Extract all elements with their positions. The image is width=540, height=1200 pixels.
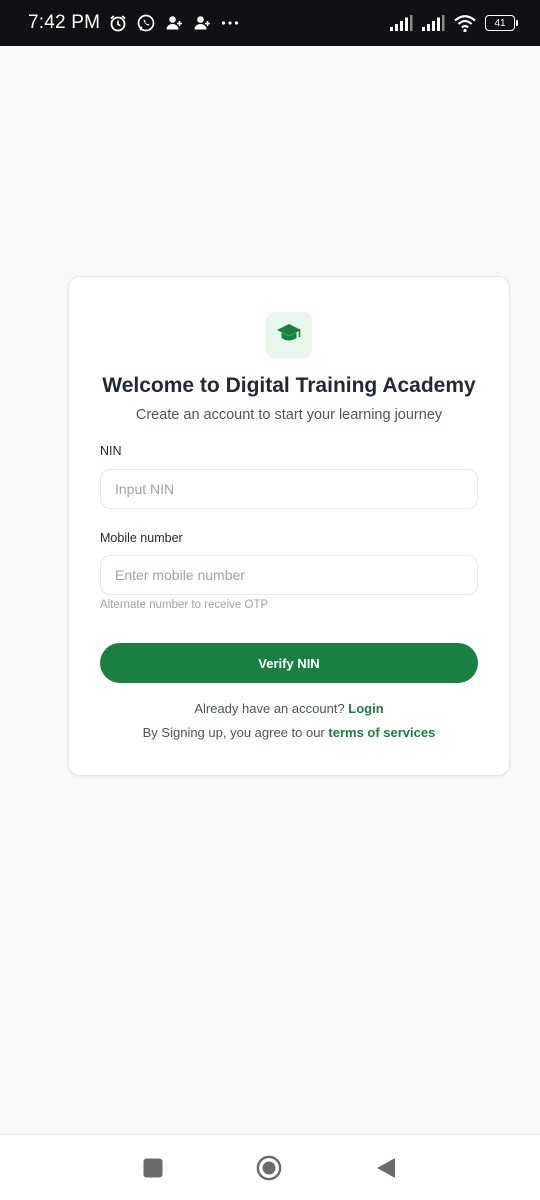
navigation-bar	[0, 1134, 540, 1200]
mobile-number-hint: Alternate number to receive OTP	[100, 599, 269, 611]
terms-prompt: By Signing up, you agree to our	[142, 725, 325, 740]
status-left-icons	[108, 13, 240, 33]
person-add-icon	[164, 13, 184, 33]
whatsapp-icon	[136, 13, 156, 33]
terms-line: By Signing up, you agree to our terms of…	[69, 725, 509, 740]
status-bar: 7:42 PM 41	[0, 0, 540, 46]
login-link[interactable]: Login	[348, 701, 383, 716]
status-right-icons: 41	[389, 13, 518, 33]
terms-of-service-link[interactable]: terms of services	[328, 725, 435, 740]
login-prompt: Already have an account?	[194, 701, 345, 716]
battery-icon: 41	[485, 15, 518, 31]
mobile-number-label: Mobile number	[100, 531, 183, 545]
page-title: Welcome to Digital Training Academy	[102, 374, 476, 397]
person-add-icon	[192, 13, 212, 33]
nin-input[interactable]	[100, 469, 478, 509]
wifi-icon	[453, 13, 477, 33]
home-circle-icon[interactable]	[256, 1155, 282, 1181]
status-time: 7:42 PM	[28, 12, 101, 33]
signal-icon	[389, 13, 413, 33]
battery-level: 41	[485, 15, 515, 31]
alarm-icon	[108, 13, 128, 33]
mobile-number-input[interactable]	[100, 555, 478, 595]
page-subtitle: Create an account to start your learning…	[135, 407, 443, 423]
recents-square-icon[interactable]	[140, 1155, 166, 1181]
login-prompt-line: Already have an account? Login	[69, 701, 509, 716]
nin-label: NIN	[100, 444, 122, 458]
signup-card: Welcome to Digital Training Academy Crea…	[68, 276, 510, 776]
signal-icon	[421, 13, 445, 33]
more-icon	[220, 13, 240, 33]
verify-nin-button[interactable]: Verify NIN	[100, 643, 478, 683]
back-triangle-icon[interactable]	[373, 1155, 399, 1181]
graduation-cap-icon	[276, 322, 302, 349]
logo	[266, 312, 312, 358]
